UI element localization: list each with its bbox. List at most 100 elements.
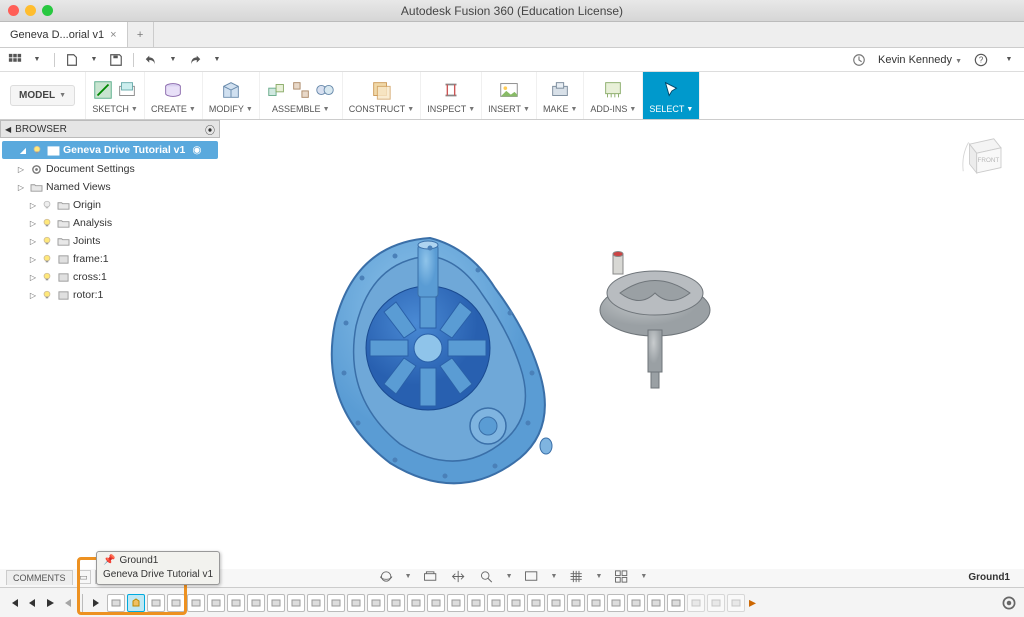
modify-toolgroup[interactable]: MODIFY▼ xyxy=(203,72,260,119)
look-button[interactable] xyxy=(422,567,440,585)
insert-toolgroup[interactable]: INSERT▼ xyxy=(482,72,537,119)
lightbulb-icon[interactable] xyxy=(41,217,53,229)
timeline-feature[interactable] xyxy=(227,594,245,612)
close-tab-icon[interactable]: × xyxy=(110,29,116,41)
construct-toolgroup[interactable]: CONSTRUCT▼ xyxy=(343,72,421,119)
undo-button[interactable] xyxy=(142,51,160,69)
folder-icon xyxy=(56,199,70,211)
pin-icon[interactable]: ⦿ xyxy=(205,122,215,137)
assemble-toolgroup[interactable]: ASSEMBLE▼ xyxy=(260,72,343,119)
timeline-play-button[interactable] xyxy=(42,595,58,611)
document-tab-label: Geneva D...orial v1 xyxy=(10,29,104,41)
component-icon xyxy=(56,271,70,283)
undo-dropdown[interactable]: ▼ xyxy=(164,51,182,69)
select-toolgroup[interactable]: SELECT▼ xyxy=(643,72,700,119)
comment-toggle-1[interactable]: ▭ xyxy=(77,570,91,584)
help-button[interactable]: ? xyxy=(972,51,990,69)
timeline-feature[interactable] xyxy=(687,594,705,612)
lightbulb-icon[interactable] xyxy=(41,199,53,211)
timeline-feature[interactable] xyxy=(467,594,485,612)
timeline-feature[interactable] xyxy=(167,594,185,612)
timeline-feature[interactable] xyxy=(247,594,265,612)
inspect-toolgroup[interactable]: INSPECT▼ xyxy=(421,72,482,119)
browser-node-docsettings[interactable]: ▷ Document Settings xyxy=(0,160,220,178)
browser-node-frame[interactable]: ▷ frame:1 xyxy=(0,250,220,268)
radio-icon[interactable]: ◉ xyxy=(192,144,201,156)
browser-panel: ◢ Geneva Drive Tutorial v1 ◉ ▷ Document … xyxy=(0,138,220,306)
zoom-button[interactable] xyxy=(478,567,496,585)
timeline-feature[interactable] xyxy=(627,594,645,612)
timeline-feature[interactable] xyxy=(487,594,505,612)
save-button[interactable] xyxy=(107,51,125,69)
user-menu[interactable]: Kevin Kennedy ▼ xyxy=(878,54,962,66)
timeline-feature[interactable] xyxy=(367,594,385,612)
browser-root-node[interactable]: ◢ Geneva Drive Tutorial v1 ◉ xyxy=(2,141,218,159)
browser-panel-header[interactable]: ◀ BROWSER ⦿ xyxy=(0,120,220,138)
comments-tab[interactable]: COMMENTS xyxy=(6,570,73,585)
new-tab-button[interactable]: + xyxy=(128,22,154,47)
lightbulb-icon[interactable] xyxy=(41,271,53,283)
timeline-feature[interactable] xyxy=(727,594,745,612)
timeline-feature[interactable] xyxy=(267,594,285,612)
data-panel-dropdown[interactable]: ▼ xyxy=(28,51,46,69)
browser-node-cross[interactable]: ▷ cross:1 xyxy=(0,268,220,286)
view-cube[interactable]: FRONT xyxy=(956,128,1010,182)
timeline-feature[interactable] xyxy=(567,594,585,612)
timeline-feature[interactable] xyxy=(447,594,465,612)
timeline-settings-button[interactable] xyxy=(1000,594,1018,612)
timeline-feature[interactable] xyxy=(507,594,525,612)
lightbulb-icon[interactable] xyxy=(41,235,53,247)
lightbulb-icon[interactable] xyxy=(41,253,53,265)
job-status-icon[interactable] xyxy=(850,51,868,69)
document-tab[interactable]: Geneva D...orial v1 × xyxy=(0,22,128,47)
timeline-start-button[interactable] xyxy=(6,595,22,611)
lightbulb-icon[interactable] xyxy=(41,289,53,301)
timeline-end-button[interactable] xyxy=(89,595,105,611)
timeline-feature[interactable] xyxy=(387,594,405,612)
lightbulb-icon[interactable] xyxy=(31,144,43,156)
data-panel-button[interactable] xyxy=(6,51,24,69)
browser-node-rotor[interactable]: ▷ rotor:1 xyxy=(0,286,220,304)
browser-node-joints[interactable]: ▷ Joints xyxy=(0,232,220,250)
addins-toolgroup[interactable]: ADD-INS▼ xyxy=(584,72,643,119)
timeline-prev-button[interactable] xyxy=(24,595,40,611)
timeline-feature[interactable] xyxy=(207,594,225,612)
browser-node-namedviews[interactable]: ▷ Named Views xyxy=(0,178,220,196)
make-toolgroup[interactable]: MAKE▼ xyxy=(537,72,584,119)
file-dropdown[interactable]: ▼ xyxy=(85,51,103,69)
timeline-feature[interactable] xyxy=(307,594,325,612)
timeline-feature[interactable] xyxy=(407,594,425,612)
timeline-feature[interactable] xyxy=(547,594,565,612)
create-toolgroup[interactable]: CREATE▼ xyxy=(145,72,203,119)
timeline-feature[interactable] xyxy=(587,594,605,612)
file-menu-button[interactable] xyxy=(63,51,81,69)
browser-node-origin[interactable]: ▷ Origin xyxy=(0,196,220,214)
viewport-button[interactable] xyxy=(612,567,630,585)
timeline-feature[interactable] xyxy=(647,594,665,612)
timeline-feature[interactable] xyxy=(127,594,145,612)
timeline-next-button[interactable] xyxy=(60,595,76,611)
orbit-button[interactable] xyxy=(377,567,395,585)
toolgroup-label: ASSEMBLE xyxy=(272,104,321,114)
timeline-feature[interactable] xyxy=(607,594,625,612)
timeline-feature[interactable] xyxy=(427,594,445,612)
pan-button[interactable] xyxy=(450,567,468,585)
redo-button[interactable] xyxy=(186,51,204,69)
timeline-feature[interactable] xyxy=(707,594,725,612)
timeline-feature[interactable] xyxy=(667,594,685,612)
timeline-marker[interactable]: ▸ xyxy=(749,594,756,611)
workspace-selector[interactable]: MODEL▼ xyxy=(0,72,86,119)
timeline-feature[interactable] xyxy=(107,594,125,612)
help-dropdown[interactable]: ▼ xyxy=(1000,51,1018,69)
redo-dropdown[interactable]: ▼ xyxy=(208,51,226,69)
timeline-feature[interactable] xyxy=(527,594,545,612)
display-button[interactable] xyxy=(523,567,541,585)
timeline-feature[interactable] xyxy=(187,594,205,612)
browser-node-analysis[interactable]: ▷ Analysis xyxy=(0,214,220,232)
grid-button[interactable] xyxy=(567,567,585,585)
sketch-toolgroup[interactable]: SKETCH▼ xyxy=(86,72,145,119)
timeline-feature[interactable] xyxy=(327,594,345,612)
timeline-feature[interactable] xyxy=(147,594,165,612)
timeline-feature[interactable] xyxy=(347,594,365,612)
timeline-feature[interactable] xyxy=(287,594,305,612)
